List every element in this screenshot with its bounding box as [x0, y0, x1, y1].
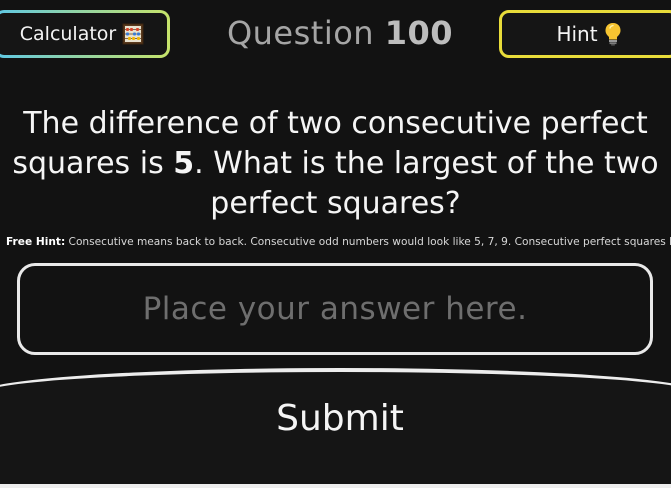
answer-input[interactable] — [17, 263, 653, 355]
calculator-button[interactable]: Calculator — [0, 10, 170, 58]
question-text: The difference of two consecutive perfec… — [0, 104, 671, 224]
free-hint-label: Free Hint: — [6, 236, 66, 248]
lightbulb-icon — [604, 22, 622, 46]
hint-button[interactable]: Hint — [499, 10, 671, 58]
submit-label: Submit — [276, 398, 404, 439]
calculator-label: Calculator — [19, 23, 117, 45]
question-value: 5 — [173, 146, 195, 181]
question-line-1: The difference of two consecutive perfec… — [23, 106, 648, 141]
free-hint-text: Consecutive means back to back. Consecut… — [68, 236, 671, 248]
question-word: Question — [226, 14, 375, 52]
question-line-2: squares is 5. What is the largest of the… — [0, 144, 671, 184]
question-line-2-end: . What is the largest of the two — [194, 146, 659, 181]
submit-button[interactable]: Submit — [0, 368, 671, 488]
question-number: 100 — [384, 14, 454, 52]
question-line-2-start: squares is — [12, 146, 174, 181]
abacus-icon — [122, 23, 144, 45]
hint-label: Hint — [556, 22, 598, 46]
free-hint: Free Hint: Consecutive means back to bac… — [6, 236, 671, 248]
question-title: Question 100 — [190, 14, 490, 52]
question-line-3: perfect squares? — [210, 186, 461, 221]
